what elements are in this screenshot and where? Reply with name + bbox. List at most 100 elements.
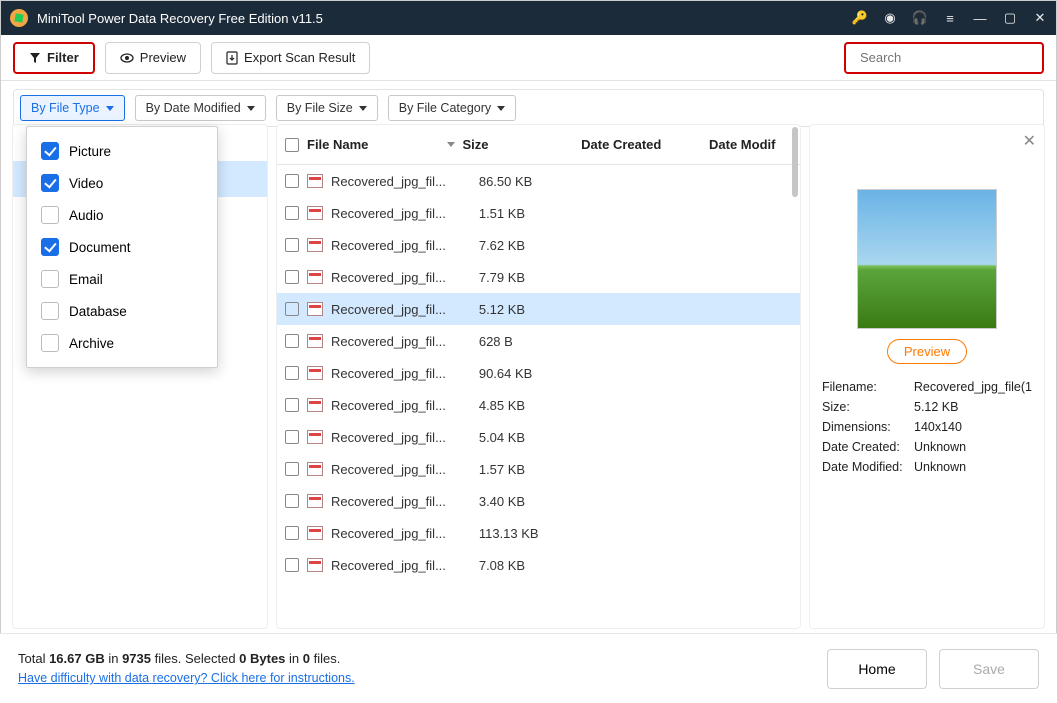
file-checkbox[interactable]: [285, 462, 299, 476]
file-checkbox[interactable]: [285, 366, 299, 380]
filter-option-video[interactable]: Video: [27, 167, 217, 199]
file-name: Recovered_jpg_fil...: [331, 494, 471, 509]
filter-option-database[interactable]: Database: [27, 295, 217, 327]
filter-option-document[interactable]: Document: [27, 231, 217, 263]
file-checkbox[interactable]: [285, 526, 299, 540]
file-name: Recovered_jpg_fil...: [331, 526, 471, 541]
file-row[interactable]: Recovered_jpg_fil... 4.85 KB: [277, 389, 800, 421]
app-title: MiniTool Power Data Recovery Free Editio…: [37, 11, 852, 26]
file-checkbox[interactable]: [285, 398, 299, 412]
col-size[interactable]: Size: [463, 137, 574, 152]
maximize-icon[interactable]: ▢: [1002, 10, 1018, 26]
file-checkbox[interactable]: [285, 238, 299, 252]
file-row[interactable]: Recovered_jpg_fil... 7.08 KB: [277, 549, 800, 581]
home-button[interactable]: Home: [827, 649, 927, 689]
file-row[interactable]: Recovered_jpg_fil... 90.64 KB: [277, 357, 800, 389]
file-checkbox[interactable]: [285, 334, 299, 348]
disc-icon[interactable]: ◉: [882, 10, 898, 26]
file-size: 7.62 KB: [479, 238, 584, 253]
col-filename[interactable]: File Name: [307, 137, 455, 152]
file-list-panel: File Name Size Date Created Date Modif R…: [276, 124, 801, 629]
preview-button[interactable]: Preview: [105, 42, 201, 74]
file-row[interactable]: Recovered_jpg_fil... 5.04 KB: [277, 421, 800, 453]
key-icon[interactable]: 🔑: [852, 10, 868, 26]
checkbox[interactable]: [41, 206, 59, 224]
search-input[interactable]: [860, 50, 1036, 65]
chip-by-file-category[interactable]: By File Category: [388, 95, 516, 121]
checkbox[interactable]: [41, 238, 59, 256]
file-size: 5.12 KB: [479, 302, 584, 317]
filter-option-archive[interactable]: Archive: [27, 327, 217, 359]
export-icon: [226, 51, 238, 65]
file-name: Recovered_jpg_fil...: [331, 302, 471, 317]
image-file-icon: [307, 398, 323, 412]
file-checkbox[interactable]: [285, 174, 299, 188]
file-row[interactable]: Recovered_jpg_fil... 7.62 KB: [277, 229, 800, 261]
file-checkbox[interactable]: [285, 302, 299, 316]
file-size: 4.85 KB: [479, 398, 584, 413]
meta-modified-key: Date Modified:: [822, 460, 914, 474]
file-row[interactable]: Recovered_jpg_fil... 7.79 KB: [277, 261, 800, 293]
checkbox[interactable]: [41, 142, 59, 160]
filter-option-audio[interactable]: Audio: [27, 199, 217, 231]
filter-option-email[interactable]: Email: [27, 263, 217, 295]
file-row[interactable]: Recovered_jpg_fil... 86.50 KB: [277, 165, 800, 197]
save-button[interactable]: Save: [939, 649, 1039, 689]
file-row[interactable]: Recovered_jpg_fil... 113.13 KB: [277, 517, 800, 549]
col-date-modified[interactable]: Date Modif: [709, 137, 792, 152]
image-file-icon: [307, 270, 323, 284]
file-row[interactable]: Recovered_jpg_fil... 628 B: [277, 325, 800, 357]
preview-thumbnail: [857, 189, 997, 329]
file-size: 3.40 KB: [479, 494, 584, 509]
select-all-checkbox[interactable]: [285, 138, 299, 152]
filter-chip-row: By File Type By Date Modified By File Si…: [13, 89, 1044, 127]
filter-option-label: Database: [69, 304, 127, 319]
eye-icon: [120, 51, 134, 65]
checkbox[interactable]: [41, 174, 59, 192]
file-checkbox[interactable]: [285, 494, 299, 508]
close-preview-icon[interactable]: ✕: [1023, 131, 1036, 151]
export-button[interactable]: Export Scan Result: [211, 42, 370, 74]
file-row[interactable]: Recovered_jpg_fil... 1.57 KB: [277, 453, 800, 485]
export-label: Export Scan Result: [244, 50, 355, 65]
file-row[interactable]: Recovered_jpg_fil... 3.40 KB: [277, 485, 800, 517]
sort-desc-icon: [447, 142, 455, 147]
file-row[interactable]: Recovered_jpg_fil... 5.12 KB: [277, 293, 800, 325]
filter-option-label: Document: [69, 240, 131, 255]
file-checkbox[interactable]: [285, 430, 299, 444]
file-size: 1.57 KB: [479, 462, 584, 477]
chip-by-file-type[interactable]: By File Type: [20, 95, 125, 121]
image-file-icon: [307, 494, 323, 508]
checkbox[interactable]: [41, 302, 59, 320]
search-box[interactable]: [844, 42, 1044, 74]
file-checkbox[interactable]: [285, 558, 299, 572]
chip-by-file-size[interactable]: By File Size: [276, 95, 378, 121]
file-checkbox[interactable]: [285, 206, 299, 220]
meta-created-key: Date Created:: [822, 440, 914, 454]
image-file-icon: [307, 558, 323, 572]
help-link[interactable]: Have difficulty with data recovery? Clic…: [18, 671, 355, 685]
minimize-icon[interactable]: —: [972, 10, 988, 26]
image-file-icon: [307, 462, 323, 476]
open-preview-button[interactable]: Preview: [887, 339, 967, 364]
chip-by-date-modified[interactable]: By Date Modified: [135, 95, 266, 121]
checkbox[interactable]: [41, 270, 59, 288]
file-row[interactable]: Recovered_jpg_fil... 1.51 KB: [277, 197, 800, 229]
col-date-created[interactable]: Date Created: [581, 137, 701, 152]
file-checkbox[interactable]: [285, 270, 299, 284]
filter-button[interactable]: Filter: [13, 42, 95, 74]
filter-option-label: Audio: [69, 208, 104, 223]
file-size: 5.04 KB: [479, 430, 584, 445]
checkbox[interactable]: [41, 334, 59, 352]
headset-icon[interactable]: 🎧: [912, 10, 928, 26]
filter-option-label: Video: [69, 176, 103, 191]
file-name: Recovered_jpg_fil...: [331, 430, 471, 445]
chevron-down-icon: [359, 106, 367, 111]
filter-option-picture[interactable]: Picture: [27, 135, 217, 167]
file-type-dropdown[interactable]: Picture Video Audio Document Email Database Ar…: [26, 126, 218, 368]
menu-icon[interactable]: ≡: [942, 10, 958, 26]
close-icon[interactable]: ✕: [1032, 10, 1048, 26]
file-list-header: File Name Size Date Created Date Modif: [277, 125, 800, 165]
meta-size-val: 5.12 KB: [914, 400, 958, 414]
file-size: 7.79 KB: [479, 270, 584, 285]
